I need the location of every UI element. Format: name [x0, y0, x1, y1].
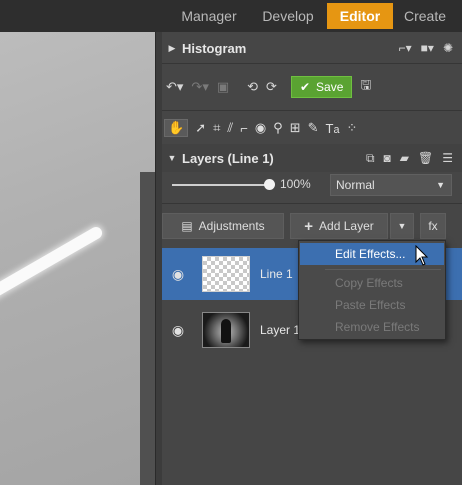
mouse-cursor-icon — [415, 245, 429, 266]
save-button[interactable]: ✔ Save — [290, 76, 353, 98]
save-disk-icon[interactable]: 🖫 — [360, 76, 371, 98]
adjustments-button[interactable]: ▤ Adjustments — [162, 213, 284, 239]
add-layer-button[interactable]: + Add Layer — [290, 213, 388, 239]
divider — [162, 110, 462, 111]
layer-name: Layer 1 — [260, 323, 301, 337]
straighten-icon[interactable]: ⫽ — [227, 120, 233, 136]
blend-mode-value: Normal — [336, 178, 375, 192]
rotate-left-icon[interactable]: ⟲ — [247, 79, 258, 95]
image-canvas[interactable] — [0, 32, 155, 485]
light-line-shape — [0, 224, 105, 306]
arrow-select-icon[interactable]: ➚ — [195, 120, 206, 136]
opacity-slider-handle[interactable] — [264, 179, 275, 190]
blend-mode-select[interactable]: Normal ▼ — [330, 174, 452, 196]
gear-icon[interactable]: ✺ — [443, 41, 453, 55]
menu-item-remove-effects[interactable]: Remove Effects — [300, 316, 444, 338]
adjustments-icon: ▤ — [181, 219, 193, 233]
crop-icon[interactable]: ⌗ — [213, 120, 220, 136]
hand-icon[interactable]: ✋ — [164, 119, 189, 137]
save-label: Save — [316, 80, 344, 94]
histogram-header[interactable]: ▶ Histogram ⌐▾ ■▾ ✺ — [162, 34, 462, 62]
stamp-icon[interactable]: ⚲ — [273, 120, 283, 136]
menu-divider — [325, 269, 441, 270]
image-icon[interactable]: ▣ — [217, 79, 229, 95]
folder-icon[interactable]: ▰ — [400, 151, 409, 165]
lasso-icon[interactable]: ⌐ — [240, 121, 248, 136]
chevron-down-icon: ▼ — [436, 180, 445, 190]
menu-item-paste-effects[interactable]: Paste Effects — [300, 294, 444, 316]
canvas-scroll-strip — [140, 172, 155, 485]
fx-button[interactable]: fx — [420, 213, 446, 239]
opacity-value: 100% — [280, 177, 311, 191]
edit-toolbar: ↶▾ ↷▾ ▣ ⟲ ⟳ ✔ Save 🖫 — [166, 74, 371, 100]
layers-title: Layers (Line 1) — [182, 150, 274, 166]
layers-header[interactable]: ▼ Layers (Line 1) ⧉ ◙ ▰ 🗑 ☰ — [162, 144, 462, 172]
trash-icon[interactable]: 🗑 — [418, 151, 433, 165]
tab-develop[interactable]: Develop — [252, 3, 324, 29]
tab-manager[interactable]: Manager — [170, 3, 248, 29]
histogram-header-icons: ⌐▾ ■▾ ✺ — [399, 34, 453, 62]
opacity-slider[interactable] — [172, 184, 272, 186]
divider — [162, 63, 462, 64]
duplicate-icon[interactable]: ⧉ — [366, 151, 375, 166]
camera-icon[interactable]: ■▾ — [421, 41, 434, 55]
transform-icon[interactable]: ⊞ — [290, 120, 301, 136]
mask-icon[interactable]: ◙ — [384, 151, 391, 165]
undo-icon[interactable]: ↶▾ — [166, 79, 183, 95]
visibility-eye-icon[interactable]: ◉ — [162, 266, 194, 283]
text-icon[interactable]: Ta — [326, 121, 340, 136]
tab-create[interactable]: Create — [398, 3, 452, 29]
menu-item-copy-effects[interactable]: Copy Effects — [300, 272, 444, 294]
fx-label: fx — [428, 219, 438, 233]
histogram-title: Histogram — [182, 40, 247, 56]
tab-editor[interactable]: Editor — [327, 3, 393, 29]
eye-icon[interactable]: ◉ — [255, 120, 266, 136]
layer-thumbnail — [202, 312, 250, 348]
adjustments-label: Adjustments — [198, 219, 265, 233]
add-layer-label: Add Layer — [319, 219, 374, 233]
layer-buttons-row: ▤ Adjustments + Add Layer ▼ fx — [162, 213, 462, 239]
heal-icon[interactable]: ⁘ — [347, 120, 358, 136]
histogram-mode-icon[interactable]: ⌐▾ — [399, 41, 412, 55]
tools-toolbar: ✋ ➚ ⌗ ⫽ ⌐ ◉ ⚲ ⊞ ✎ Ta ⁘ — [164, 115, 357, 141]
redo-icon[interactable]: ↷▾ — [191, 79, 208, 95]
top-tab-bar: Manager Develop Editor Create — [0, 0, 462, 32]
brush-icon[interactable]: ✎ — [308, 120, 319, 136]
collapse-arrow-icon[interactable]: ▼ — [162, 153, 182, 163]
opacity-row: 100% Normal ▼ — [162, 172, 462, 198]
layer-name: Line 1 — [260, 267, 293, 281]
chevron-down-icon: ▼ — [397, 221, 407, 231]
rotate-right-icon[interactable]: ⟳ — [266, 79, 277, 95]
plus-icon: + — [304, 217, 314, 235]
divider — [162, 203, 462, 204]
add-layer-dropdown-button[interactable]: ▼ — [390, 213, 414, 239]
menu-icon[interactable]: ☰ — [442, 151, 453, 165]
visibility-eye-icon[interactable]: ◉ — [162, 322, 194, 339]
layer-thumbnail — [202, 256, 250, 292]
save-check-icon: ✔ — [299, 80, 311, 94]
layers-header-icons: ⧉ ◙ ▰ 🗑 ☰ — [366, 144, 453, 172]
expand-arrow-icon[interactable]: ▶ — [162, 43, 182, 54]
